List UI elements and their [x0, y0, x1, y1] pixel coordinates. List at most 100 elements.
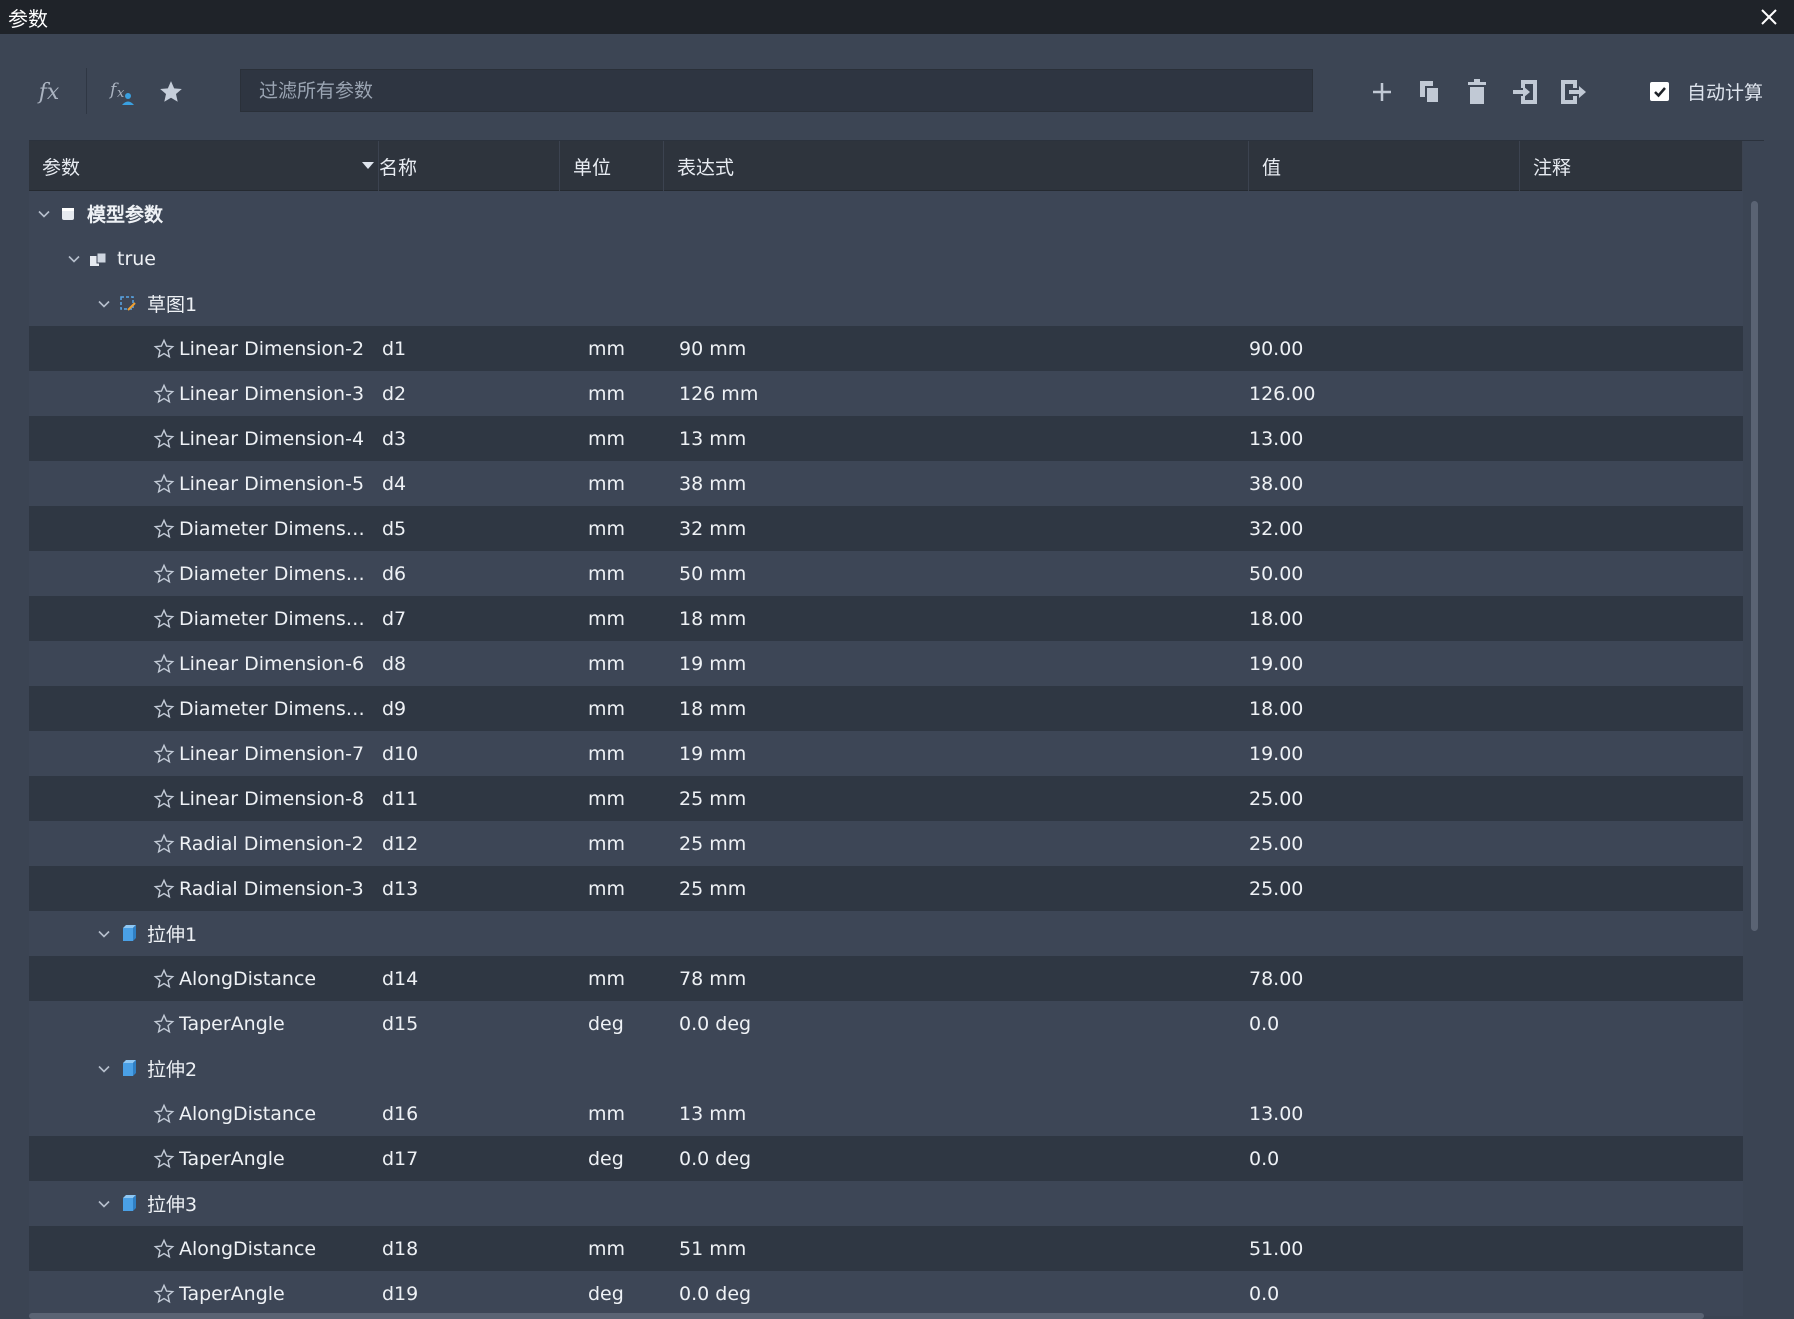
table-row[interactable]: Linear Dimension-5 d4 mm 38 mm 38.00: [29, 461, 1743, 506]
table-row[interactable]: Radial Dimension-3 d13 mm 25 mm 25.00: [29, 866, 1743, 911]
tree-node-extrude[interactable]: 拉伸1: [29, 911, 1743, 956]
param-unit[interactable]: mm: [588, 1103, 625, 1125]
param-expression[interactable]: 78 mm: [679, 968, 746, 990]
favorite-star-icon[interactable]: [152, 832, 176, 856]
favorite-star-icon[interactable]: [152, 562, 176, 586]
tree-node-extrude[interactable]: 拉伸3: [29, 1181, 1743, 1226]
param-expression[interactable]: 25 mm: [679, 878, 746, 900]
param-unit[interactable]: mm: [588, 428, 625, 450]
favorite-star-icon[interactable]: [152, 877, 176, 901]
param-unit[interactable]: mm: [588, 338, 625, 360]
favorite-star-icon[interactable]: [152, 427, 176, 451]
favorite-star-icon[interactable]: [152, 472, 176, 496]
column-header-unit[interactable]: 单位: [560, 141, 664, 191]
favorite-star-icon[interactable]: [152, 1282, 176, 1306]
param-unit[interactable]: mm: [588, 878, 625, 900]
table-row[interactable]: Linear Dimension-2 d1 mm 90 mm 90.00: [29, 326, 1743, 371]
table-row[interactable]: Diameter Dimension… d7 mm 18 mm 18.00: [29, 596, 1743, 641]
table-row[interactable]: TaperAngle d15 deg 0.0 deg 0.0: [29, 1001, 1743, 1046]
delete-icon[interactable]: [1457, 72, 1497, 112]
param-unit[interactable]: mm: [588, 833, 625, 855]
import-icon[interactable]: [1505, 72, 1545, 112]
favorite-star-icon[interactable]: [152, 697, 176, 721]
param-unit[interactable]: deg: [588, 1148, 624, 1170]
param-expression[interactable]: 50 mm: [679, 563, 746, 585]
param-unit[interactable]: deg: [588, 1283, 624, 1305]
table-row[interactable]: Linear Dimension-4 d3 mm 13 mm 13.00: [29, 416, 1743, 461]
favorite-star-icon[interactable]: [152, 1012, 176, 1036]
fx-user-icon[interactable]: f x: [102, 72, 142, 112]
favorite-star-icon[interactable]: [152, 337, 176, 361]
star-icon[interactable]: [151, 72, 191, 112]
table-row[interactable]: Diameter Dimension… d9 mm 18 mm 18.00: [29, 686, 1743, 731]
filter-input[interactable]: [257, 78, 1312, 103]
param-unit[interactable]: mm: [588, 563, 625, 585]
table-row[interactable]: AlongDistance d16 mm 13 mm 13.00: [29, 1091, 1743, 1136]
column-header-name[interactable]: 名称: [379, 141, 560, 191]
chevron-down-icon[interactable]: [95, 1060, 113, 1078]
favorite-star-icon[interactable]: [152, 1147, 176, 1171]
param-unit[interactable]: mm: [588, 788, 625, 810]
param-unit[interactable]: mm: [588, 743, 625, 765]
favorite-star-icon[interactable]: [152, 652, 176, 676]
table-row[interactable]: AlongDistance d18 mm 51 mm 51.00: [29, 1226, 1743, 1271]
tree-node-model-params[interactable]: 模型参数: [29, 191, 1743, 236]
param-unit[interactable]: mm: [588, 1238, 625, 1260]
table-row[interactable]: Radial Dimension-2 d12 mm 25 mm 25.00: [29, 821, 1743, 866]
table-row[interactable]: Linear Dimension-6 d8 mm 19 mm 19.00: [29, 641, 1743, 686]
column-dropdown-icon[interactable]: [362, 162, 374, 169]
param-expression[interactable]: 13 mm: [679, 428, 746, 450]
favorite-star-icon[interactable]: [152, 607, 176, 631]
vertical-scrollbar[interactable]: [1751, 201, 1758, 931]
table-row[interactable]: Diameter Dimension-2 d5 mm 32 mm 32.00: [29, 506, 1743, 551]
tree-node-sketch[interactable]: 草图1: [29, 281, 1743, 326]
param-expression[interactable]: 0.0 deg: [679, 1283, 751, 1305]
copy-icon[interactable]: [1410, 72, 1450, 112]
param-unit[interactable]: mm: [588, 698, 625, 720]
favorite-star-icon[interactable]: [152, 382, 176, 406]
favorite-star-icon[interactable]: [152, 742, 176, 766]
close-icon[interactable]: [1752, 0, 1786, 34]
param-expression[interactable]: 13 mm: [679, 1103, 746, 1125]
param-expression[interactable]: 32 mm: [679, 518, 746, 540]
param-expression[interactable]: 90 mm: [679, 338, 746, 360]
param-unit[interactable]: mm: [588, 968, 625, 990]
column-header-expression[interactable]: 表达式: [664, 141, 1249, 191]
param-expression[interactable]: 51 mm: [679, 1238, 746, 1260]
param-expression[interactable]: 18 mm: [679, 608, 746, 630]
param-expression[interactable]: 18 mm: [679, 698, 746, 720]
column-header-comment[interactable]: 注释: [1520, 141, 1743, 191]
favorite-star-icon[interactable]: [152, 517, 176, 541]
param-unit[interactable]: deg: [588, 1013, 624, 1035]
param-unit[interactable]: mm: [588, 653, 625, 675]
horizontal-scrollbar[interactable]: [29, 1313, 1704, 1319]
chevron-down-icon[interactable]: [65, 250, 83, 268]
param-expression[interactable]: 19 mm: [679, 653, 746, 675]
table-row[interactable]: Diameter Dimension… d6 mm 50 mm 50.00: [29, 551, 1743, 596]
column-header-param[interactable]: 参数: [29, 141, 379, 191]
export-icon[interactable]: [1553, 72, 1593, 112]
table-row[interactable]: AlongDistance d14 mm 78 mm 78.00: [29, 956, 1743, 1001]
chevron-down-icon[interactable]: [95, 1195, 113, 1213]
param-expression[interactable]: 0.0 deg: [679, 1148, 751, 1170]
tree-node-component[interactable]: true: [29, 236, 1743, 281]
param-expression[interactable]: 0.0 deg: [679, 1013, 751, 1035]
table-row[interactable]: Linear Dimension-7 d10 mm 19 mm 19.00: [29, 731, 1743, 776]
auto-calc-checkbox[interactable]: [1650, 82, 1669, 101]
param-expression[interactable]: 25 mm: [679, 788, 746, 810]
table-row[interactable]: Linear Dimension-8 d11 mm 25 mm 25.00: [29, 776, 1743, 821]
param-expression[interactable]: 19 mm: [679, 743, 746, 765]
tree-node-extrude[interactable]: 拉伸2: [29, 1046, 1743, 1091]
column-header-value[interactable]: 值: [1249, 141, 1520, 191]
favorite-star-icon[interactable]: [152, 1237, 176, 1261]
add-icon[interactable]: [1362, 72, 1402, 112]
param-expression[interactable]: 126 mm: [679, 383, 758, 405]
table-row[interactable]: Linear Dimension-3 d2 mm 126 mm 126.00: [29, 371, 1743, 416]
favorite-star-icon[interactable]: [152, 1102, 176, 1126]
favorite-star-icon[interactable]: [152, 787, 176, 811]
param-unit[interactable]: mm: [588, 518, 625, 540]
param-unit[interactable]: mm: [588, 383, 625, 405]
chevron-down-icon[interactable]: [95, 925, 113, 943]
param-unit[interactable]: mm: [588, 473, 625, 495]
table-row[interactable]: TaperAngle d17 deg 0.0 deg 0.0: [29, 1136, 1743, 1181]
